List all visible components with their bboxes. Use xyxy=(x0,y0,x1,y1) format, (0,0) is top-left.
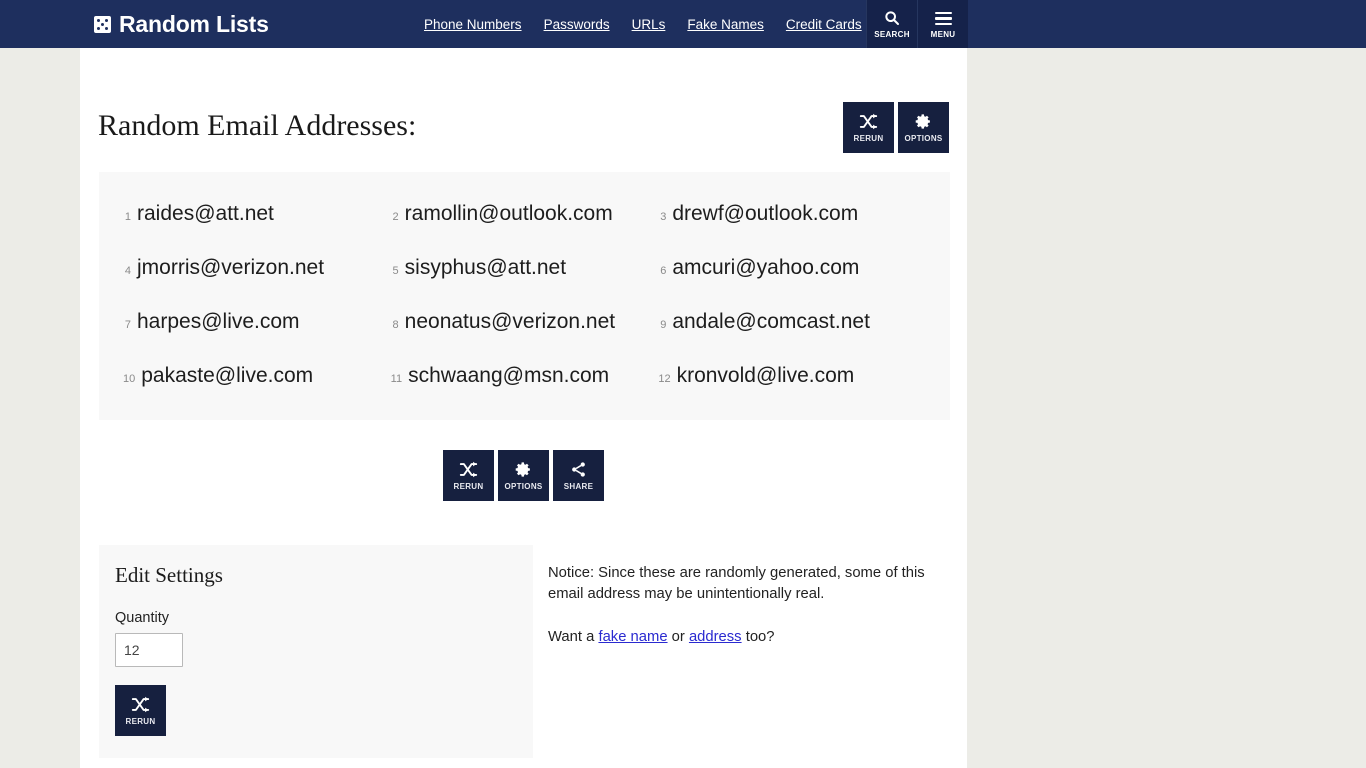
nav-link-fake-names[interactable]: Fake Names xyxy=(687,17,764,32)
result-item[interactable]: 6 amcuri@yahoo.com xyxy=(658,256,926,310)
rerun-button-top[interactable]: RERUN xyxy=(843,102,894,153)
result-email: jmorris@verizon.net xyxy=(137,256,325,279)
options-button-center-label: OPTIONS xyxy=(504,481,543,491)
edit-settings-panel: Edit Settings Quantity RERUN xyxy=(99,545,533,758)
result-number: 5 xyxy=(392,265,399,277)
result-number: 4 xyxy=(124,265,131,277)
notice-column: Notice: Since these are randomly generat… xyxy=(548,545,943,758)
result-item[interactable]: 1 raides@att.net xyxy=(123,202,391,256)
options-button-top-label: OPTIONS xyxy=(904,133,943,143)
header-icon-buttons: SEARCH MENU xyxy=(866,0,968,48)
results-panel: 1 raides@att.net 2 ramollin@outlook.com … xyxy=(99,172,950,420)
shuffle-icon xyxy=(131,696,150,714)
quantity-input[interactable] xyxy=(115,633,183,667)
nav-link-phone-numbers[interactable]: Phone Numbers xyxy=(424,17,522,32)
options-button-top[interactable]: OPTIONS xyxy=(898,102,949,153)
rerun-button-center-label: RERUN xyxy=(453,481,484,491)
result-number: 2 xyxy=(392,211,399,223)
result-item[interactable]: 8 neonatus@verizon.net xyxy=(391,310,659,364)
result-email: schwaang@msn.com xyxy=(408,364,610,387)
result-item[interactable]: 2 ramollin@outlook.com xyxy=(391,202,659,256)
related-links-text: Want a fake name or address too? xyxy=(548,627,943,648)
result-email: sisyphus@att.net xyxy=(404,256,567,279)
rerun-button-settings[interactable]: RERUN xyxy=(115,685,166,736)
nav-link-credit-cards[interactable]: Credit Cards xyxy=(786,17,862,32)
address-link[interactable]: address xyxy=(689,629,742,645)
result-number: 8 xyxy=(392,319,399,331)
fake-name-link[interactable]: fake name xyxy=(598,629,667,645)
result-number: 3 xyxy=(660,211,667,223)
search-button-label: SEARCH xyxy=(874,29,910,39)
brand-home-link[interactable]: Random Lists xyxy=(94,0,269,48)
nav-link-passwords[interactable]: Passwords xyxy=(544,17,610,32)
gear-icon xyxy=(915,113,932,131)
result-item[interactable]: 10 pakaste@live.com xyxy=(123,364,391,418)
options-button-center[interactable]: OPTIONS xyxy=(498,450,549,501)
result-item[interactable]: 5 sisyphus@att.net xyxy=(391,256,659,310)
result-email: drewf@outlook.com xyxy=(672,202,859,225)
search-button[interactable]: SEARCH xyxy=(866,0,917,48)
want-prefix: Want a xyxy=(548,629,599,645)
top-action-buttons: RERUN OPTIONS xyxy=(843,102,949,153)
notice-text: Notice: Since these are randomly generat… xyxy=(548,565,925,602)
result-number: 10 xyxy=(123,373,136,385)
result-number: 1 xyxy=(124,211,131,223)
lower-section: Edit Settings Quantity RERUN xyxy=(99,545,950,758)
result-email: neonatus@verizon.net xyxy=(404,310,616,333)
hamburger-menu-icon xyxy=(934,9,952,29)
result-email: amcuri@yahoo.com xyxy=(672,256,860,279)
result-email: pakaste@live.com xyxy=(141,364,314,387)
result-email: harpes@live.com xyxy=(137,310,300,333)
result-email: raides@att.net xyxy=(137,202,274,225)
result-item[interactable]: 7 harpes@live.com xyxy=(123,310,391,364)
want-suffix: too? xyxy=(741,629,775,645)
page-title: Random Email Addresses: xyxy=(98,109,417,142)
result-email: kronvold@live.com xyxy=(676,364,855,387)
rerun-button-center[interactable]: RERUN xyxy=(443,450,494,501)
result-email: ramollin@outlook.com xyxy=(404,202,613,225)
result-number: 12 xyxy=(658,373,671,385)
brand-title: Random Lists xyxy=(119,10,269,37)
search-icon xyxy=(884,10,900,28)
edit-settings-heading: Edit Settings xyxy=(115,563,223,587)
result-number: 11 xyxy=(390,373,403,385)
rerun-button-settings-label: RERUN xyxy=(125,716,156,726)
result-item[interactable]: 12 kronvold@live.com xyxy=(658,364,926,418)
page-title-row: Random Email Addresses: RERUN OPTIONS xyxy=(98,98,949,154)
want-middle: or xyxy=(667,629,689,645)
dice-icon xyxy=(94,15,111,33)
result-item[interactable]: 11 schwaang@msn.com xyxy=(391,364,659,418)
results-grid: 1 raides@att.net 2 ramollin@outlook.com … xyxy=(123,202,926,418)
gear-icon xyxy=(515,461,532,479)
result-item[interactable]: 9 andale@comcast.net xyxy=(658,310,926,364)
center-action-buttons: RERUN OPTIONS SHARE xyxy=(80,450,967,501)
result-email: andale@comcast.net xyxy=(672,310,870,333)
menu-button[interactable]: MENU xyxy=(917,0,968,48)
top-navigation-bar: Random Lists Phone Numbers Passwords URL… xyxy=(0,0,1366,48)
share-icon xyxy=(570,461,587,479)
shuffle-icon xyxy=(859,113,878,131)
share-button[interactable]: SHARE xyxy=(553,450,604,501)
primary-nav: Phone Numbers Passwords URLs Fake Names … xyxy=(424,0,862,48)
nav-link-urls[interactable]: URLs xyxy=(632,17,666,32)
result-number: 9 xyxy=(660,319,667,331)
menu-button-label: MENU xyxy=(930,30,956,40)
quantity-label: Quantity xyxy=(115,610,169,626)
shuffle-icon xyxy=(459,461,478,479)
rerun-button-top-label: RERUN xyxy=(853,133,884,143)
result-number: 6 xyxy=(660,265,667,277)
settings-rerun-wrap: RERUN xyxy=(115,685,517,736)
content-area: Random Email Addresses: RERUN OPTIONS 1 … xyxy=(80,48,967,768)
result-number: 7 xyxy=(124,319,131,331)
result-item[interactable]: 4 jmorris@verizon.net xyxy=(123,256,391,310)
result-item[interactable]: 3 drewf@outlook.com xyxy=(658,202,926,256)
share-button-label: SHARE xyxy=(563,481,594,491)
